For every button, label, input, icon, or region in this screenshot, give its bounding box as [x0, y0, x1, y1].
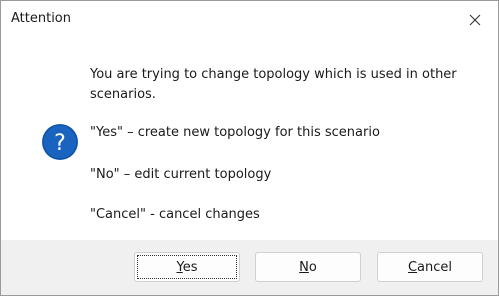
svg-text:?: ?	[54, 131, 66, 156]
cancel-button-label: Cancel	[407, 259, 453, 275]
no-button-label: No	[299, 259, 317, 275]
cancel-explanation: "Cancel" - cancel changes	[90, 207, 260, 222]
close-icon	[469, 11, 481, 30]
close-button[interactable]	[452, 1, 498, 39]
no-explanation: "No" – edit current topology	[90, 167, 272, 182]
yes-button-label: Yes	[176, 259, 198, 275]
no-button[interactable]: No	[255, 252, 361, 282]
yes-button[interactable]: Yes	[134, 252, 240, 282]
cancel-button[interactable]: Cancel	[377, 252, 483, 282]
attention-dialog: Attention You are trying to change topol…	[0, 0, 499, 296]
window-title: Attention	[11, 11, 71, 26]
main-message-line-2: scenarios.	[90, 87, 156, 102]
button-bar: Yes No Cancel	[1, 240, 498, 295]
yes-explanation: "Yes" – create new topology for this sce…	[90, 125, 380, 140]
title-bar: Attention	[1, 1, 498, 39]
main-message-line-1: You are trying to change topology which …	[90, 67, 457, 82]
dialog-content: You are trying to change topology which …	[1, 39, 498, 239]
question-icon: ?	[41, 123, 79, 161]
main-message: You are trying to change topology which …	[90, 65, 457, 105]
